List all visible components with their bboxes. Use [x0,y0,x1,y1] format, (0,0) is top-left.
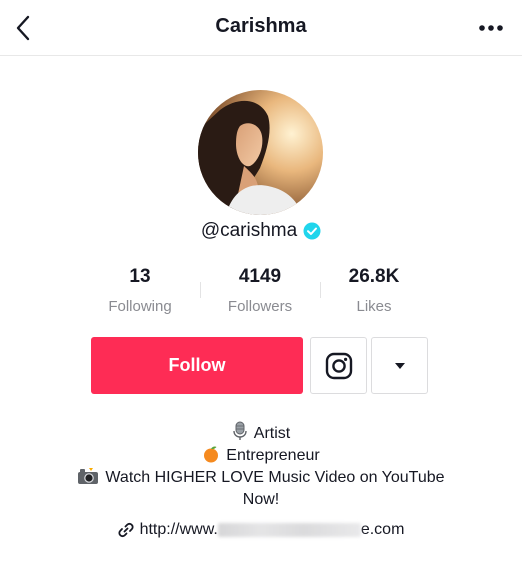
link-suffix: e.com [360,521,405,538]
profile-link[interactable]: http://www. e.com [0,519,522,541]
redacted-link-block [217,522,361,537]
username-row: @carishma [0,218,522,244]
verified-badge-icon [303,222,321,240]
following-label: Following [108,298,172,315]
bio-line-video: Watch HIGHER LOVE Music Video on YouTube [0,467,522,489]
stat-followers[interactable]: 4149 Followers [200,265,320,317]
followers-count: 4149 [238,266,282,287]
caret-down-icon [394,362,405,369]
likes-count: 26.8K [348,266,400,287]
microphone-icon [233,421,247,440]
bio-artist-text: Artist [253,425,291,442]
bio-line-entrepreneur: Entrepreneur [0,445,522,467]
bio-video-text: Watch HIGHER LOVE Music Video on YouTube [105,469,445,486]
followers-label: Followers [227,298,293,315]
username: @carishma [200,220,298,241]
link-icon [118,522,134,538]
more-dots-icon [479,25,503,31]
stat-likes[interactable]: 26.8K Likes [314,265,434,317]
camera-flash-icon [78,468,99,484]
follow-button[interactable]: Follow [91,337,303,394]
more-actions-dropdown-button[interactable] [371,337,428,394]
bio: Artist Entrepreneur Watch HIGHER LOVE Mu… [0,421,522,511]
bio-line-artist: Artist [0,421,522,445]
instagram-icon [325,352,352,379]
stat-following[interactable]: 13 Following [80,265,200,317]
instagram-button[interactable] [310,337,367,394]
bio-now-text: Now! [242,491,280,508]
page-title: Carishma [215,15,307,37]
tangerine-icon [204,446,219,463]
more-options-button[interactable] [476,18,506,38]
likes-label: Likes [356,298,392,315]
following-count: 13 [129,266,151,287]
link-prefix: http://www. [139,521,218,538]
bio-entrepreneur-text: Entrepreneur [226,447,320,464]
avatar[interactable] [198,90,323,215]
top-nav-bar: Carishma [0,0,522,56]
